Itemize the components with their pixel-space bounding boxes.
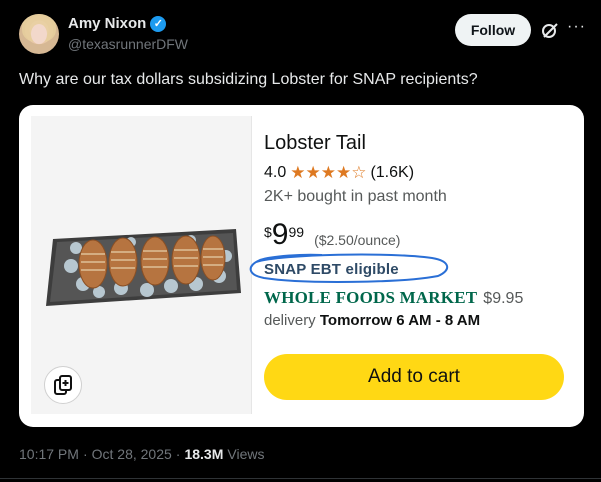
views-count: 18.3M <box>184 446 224 462</box>
avatar[interactable] <box>19 14 59 54</box>
separator-dot: · <box>82 446 88 462</box>
more-options-icon[interactable]: ··· <box>567 18 586 36</box>
copy-glyph-icon <box>54 375 72 395</box>
product-details: Lobster Tail 4.0 ★★★★☆ (1.6K) 2K+ bought… <box>249 116 572 414</box>
divider <box>0 478 601 479</box>
tweet-text: Why are our tax dollars subsidizing Lobs… <box>19 71 478 88</box>
review-count: (1.6K) <box>370 164 415 181</box>
product-listing: Lobster Tail 4.0 ★★★★☆ (1.6K) 2K+ bought… <box>31 116 572 414</box>
product-title[interactable]: Lobster Tail <box>264 132 366 155</box>
whole-foods-logo: WHOLE FOODS MARKET <box>264 288 478 307</box>
avatar-face <box>31 24 47 44</box>
delivery-info: delivery Tomorrow 6 AM - 8 AM <box>264 312 480 329</box>
unit-price: ($2.50/ounce) <box>314 232 401 248</box>
separator-dot: · <box>175 446 181 462</box>
tweet-date[interactable]: Oct 28, 2025 <box>92 446 172 462</box>
copy-icon[interactable] <box>44 366 82 404</box>
tweet-meta: 10:17 PM · Oct 28, 2025 · 18.3M Views <box>19 446 264 462</box>
product-image-area <box>31 116 251 414</box>
tweet-time[interactable]: 10:17 PM <box>19 446 79 462</box>
rating-row[interactable]: 4.0 ★★★★☆ (1.6K) <box>264 163 414 183</box>
views-label: Views <box>227 446 265 462</box>
star-rating-icon: ★★★★☆ <box>290 163 367 182</box>
delivery-label: delivery <box>264 312 316 329</box>
verified-badge-icon: ✓ <box>150 15 167 32</box>
price-whole: 9 <box>271 218 289 251</box>
store-price: $9.95 <box>483 290 524 307</box>
media-card[interactable]: Lobster Tail 4.0 ★★★★☆ (1.6K) 2K+ bought… <box>19 105 584 427</box>
snap-ebt-eligible: SNAP EBT eligible <box>264 261 399 278</box>
delivery-time: Tomorrow 6 AM - 8 AM <box>319 312 481 329</box>
bought-count: 2K+ bought in past month <box>264 188 447 205</box>
follow-button[interactable]: Follow <box>455 14 531 46</box>
display-name-text: Amy Nixon <box>68 15 147 32</box>
rating-value: 4.0 <box>264 164 287 181</box>
price: $ 9 99 ($2.50/ounce) <box>264 220 400 250</box>
grok-icon[interactable] <box>541 21 559 39</box>
whole-foods-row: WHOLE FOODS MARKET $9.95 <box>264 288 523 308</box>
display-name[interactable]: Amy Nixon ✓ <box>68 15 167 32</box>
price-currency: $ <box>264 224 272 240</box>
add-to-cart-button[interactable]: Add to cart <box>264 354 564 400</box>
price-cents: 99 <box>288 224 305 240</box>
user-handle[interactable]: @texasrunnerDFW <box>68 36 188 52</box>
